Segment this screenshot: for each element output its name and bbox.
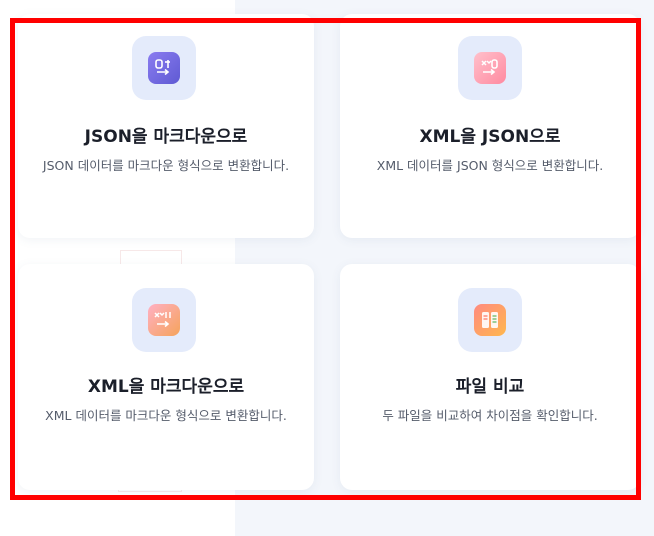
highlight-frame <box>10 18 641 500</box>
